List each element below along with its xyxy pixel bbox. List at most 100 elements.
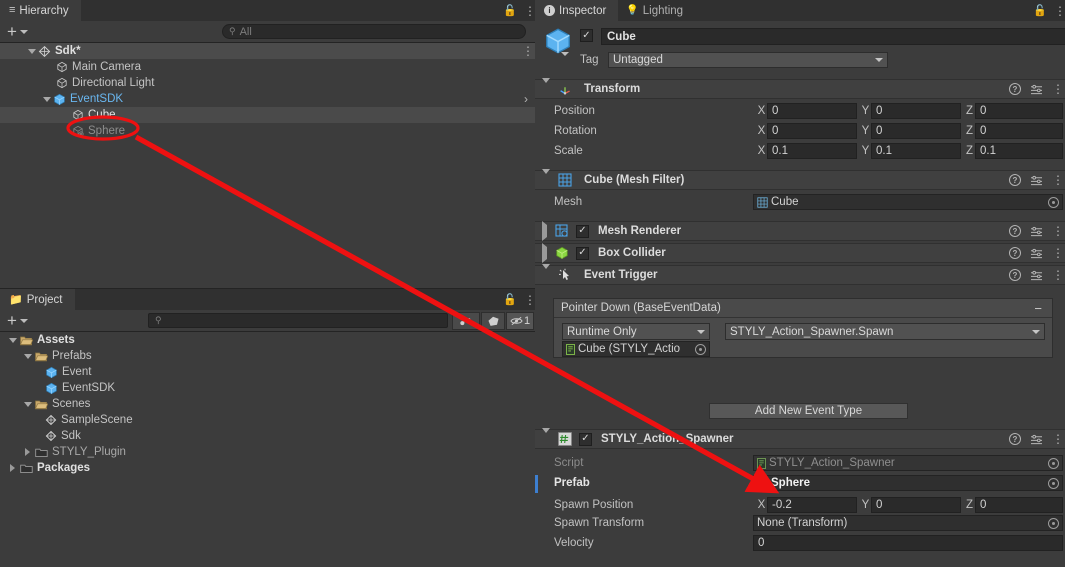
- help-icon[interactable]: ?: [1009, 174, 1021, 186]
- project-item-sdk[interactable]: Sdk: [0, 428, 535, 444]
- path-filter-icon[interactable]: [452, 312, 480, 330]
- mesh-renderer-enabled-checkbox[interactable]: ✓: [576, 224, 589, 238]
- box-collider-expand-toggle[interactable]: [542, 243, 547, 263]
- scale-z-field[interactable]: 0.1: [975, 142, 1063, 159]
- mesh-filter-expand-toggle[interactable]: [542, 169, 550, 186]
- object-picker-icon[interactable]: [1048, 196, 1059, 208]
- spawner-enabled-checkbox[interactable]: ✓: [579, 432, 592, 446]
- hierarchy-item-cube[interactable]: Cube: [0, 107, 535, 123]
- object-picker-icon[interactable]: [1048, 457, 1059, 469]
- hierarchy-search-input[interactable]: ⚲ All: [222, 24, 526, 39]
- preset-icon[interactable]: [1030, 226, 1043, 237]
- lock-icon[interactable]: 🔓: [503, 293, 517, 306]
- hierarchy-tree[interactable]: Sdk* ⋮ Main Camera Directional Light Eve…: [0, 43, 535, 288]
- tab-lighting[interactable]: 💡 Lighting: [618, 0, 696, 21]
- project-menu-icon[interactable]: ⋮: [524, 294, 535, 306]
- project-item-packages[interactable]: Packages: [0, 460, 535, 476]
- project-item-event[interactable]: Event: [0, 364, 535, 380]
- event-trigger-component-header[interactable]: Event Trigger ? ⋮: [535, 264, 1065, 285]
- hidden-count-icon[interactable]: 1: [506, 312, 534, 330]
- component-menu-icon[interactable]: ⋮: [1052, 433, 1064, 445]
- spawner-expand-toggle[interactable]: [542, 428, 550, 445]
- object-enabled-checkbox[interactable]: ✓: [580, 29, 593, 42]
- mesh-renderer-expand-toggle[interactable]: [542, 221, 547, 241]
- spawn-position-x-field[interactable]: -0.2: [767, 496, 857, 513]
- box-collider-component-header[interactable]: ✓ Box Collider ? ⋮: [535, 243, 1065, 263]
- scale-y-field[interactable]: 0.1: [871, 142, 961, 159]
- project-expand-toggle[interactable]: [7, 464, 18, 472]
- velocity-field[interactable]: 0: [753, 535, 1063, 551]
- lock-icon[interactable]: 🔓: [503, 4, 517, 17]
- spawn-position-y-field[interactable]: 0: [871, 496, 961, 513]
- component-menu-icon[interactable]: ⋮: [1052, 247, 1064, 259]
- scale-x-field[interactable]: 0.1: [767, 142, 857, 159]
- inspector-menu-icon[interactable]: ⋮: [1054, 5, 1065, 17]
- preset-icon[interactable]: [1030, 270, 1043, 281]
- object-name-field[interactable]: [601, 28, 1065, 45]
- project-item-scenes[interactable]: Scenes: [0, 396, 535, 412]
- spawn-transform-field[interactable]: None (Transform): [753, 515, 1063, 531]
- hierarchy-item-directional-light[interactable]: Directional Light: [0, 75, 535, 91]
- project-expand-toggle[interactable]: [22, 401, 33, 407]
- create-object-button[interactable]: +: [0, 23, 34, 40]
- spawner-component-header[interactable]: ✓ STYLY_Action_Spawner ? ⋮: [535, 428, 1065, 449]
- tab-hierarchy[interactable]: ≡ Hierarchy: [0, 0, 81, 21]
- mesh-filter-component-header[interactable]: Cube (Mesh Filter) ? ⋮: [535, 169, 1065, 190]
- project-expand-toggle[interactable]: [22, 353, 33, 359]
- preset-icon[interactable]: [1030, 84, 1043, 95]
- preset-icon[interactable]: [1030, 434, 1043, 445]
- tab-project[interactable]: 📁 Project: [0, 289, 75, 310]
- rotation-y-field[interactable]: 0: [871, 122, 961, 139]
- project-item-styly-plugin[interactable]: STYLY_Plugin: [0, 444, 535, 460]
- hierarchy-item-eventsdk[interactable]: EventSDK ›: [0, 91, 535, 107]
- project-item-samplescene[interactable]: SampleScene: [0, 412, 535, 428]
- preset-icon[interactable]: [1030, 248, 1043, 259]
- rotation-z-field[interactable]: 0: [975, 122, 1063, 139]
- hierarchy-item-scene[interactable]: Sdk* ⋮: [0, 43, 535, 59]
- object-picker-icon[interactable]: [1048, 477, 1059, 489]
- rotation-x-field[interactable]: 0: [767, 122, 857, 139]
- project-search-input[interactable]: ⚲: [148, 313, 448, 328]
- project-item-prefabs[interactable]: Prefabs: [0, 348, 535, 364]
- gameobject-cube-icon[interactable]: [544, 27, 572, 56]
- event-trigger-expand-toggle[interactable]: [542, 264, 550, 281]
- help-icon[interactable]: ?: [1009, 83, 1021, 95]
- hierarchy-item-main-camera[interactable]: Main Camera: [0, 59, 535, 75]
- transform-component-header[interactable]: Transform ? ⋮: [535, 78, 1065, 99]
- spawner-prefab-field[interactable]: Sphere: [753, 475, 1063, 491]
- position-z-field[interactable]: 0: [975, 102, 1063, 119]
- scene-menu-icon[interactable]: ⋮: [522, 45, 534, 57]
- label-filter-icon[interactable]: [481, 312, 505, 330]
- help-icon[interactable]: ?: [1009, 433, 1021, 445]
- project-expand-toggle[interactable]: [22, 448, 33, 456]
- component-menu-icon[interactable]: ⋮: [1052, 225, 1064, 237]
- event-target-object-field[interactable]: Cube (STYLY_Actio: [562, 341, 710, 357]
- chevron-right-icon[interactable]: ›: [524, 92, 528, 106]
- component-menu-icon[interactable]: ⋮: [1052, 83, 1064, 95]
- hierarchy-expand-toggle[interactable]: [26, 48, 37, 54]
- project-expand-toggle[interactable]: [7, 337, 18, 343]
- help-icon[interactable]: ?: [1009, 225, 1021, 237]
- object-picker-icon[interactable]: [1048, 517, 1059, 529]
- hierarchy-menu-icon[interactable]: ⋮: [524, 5, 535, 17]
- lock-icon[interactable]: 🔓: [1033, 4, 1047, 17]
- position-y-field[interactable]: 0: [871, 102, 961, 119]
- help-icon[interactable]: ?: [1009, 269, 1021, 281]
- hierarchy-item-sphere[interactable]: Sphere: [0, 123, 535, 139]
- tag-dropdown[interactable]: Untagged: [608, 52, 888, 68]
- help-icon[interactable]: ?: [1009, 247, 1021, 259]
- component-menu-icon[interactable]: ⋮: [1052, 269, 1064, 281]
- project-item-assets[interactable]: Assets: [0, 332, 535, 348]
- mesh-renderer-component-header[interactable]: ✓ Mesh Renderer ? ⋮: [535, 221, 1065, 241]
- preset-icon[interactable]: [1030, 175, 1043, 186]
- object-picker-icon[interactable]: [695, 343, 706, 355]
- event-entry-collapse-icon[interactable]: −: [1034, 301, 1042, 316]
- box-collider-enabled-checkbox[interactable]: ✓: [576, 246, 589, 260]
- mesh-object-field[interactable]: Cube: [753, 194, 1063, 210]
- event-mode-dropdown[interactable]: Runtime Only: [562, 323, 710, 340]
- event-entry-header[interactable]: Pointer Down (BaseEventData) −: [554, 299, 1052, 318]
- transform-expand-toggle[interactable]: [542, 78, 550, 95]
- hierarchy-expand-toggle[interactable]: [41, 96, 52, 102]
- position-x-field[interactable]: 0: [767, 102, 857, 119]
- create-asset-button[interactable]: +: [0, 312, 34, 329]
